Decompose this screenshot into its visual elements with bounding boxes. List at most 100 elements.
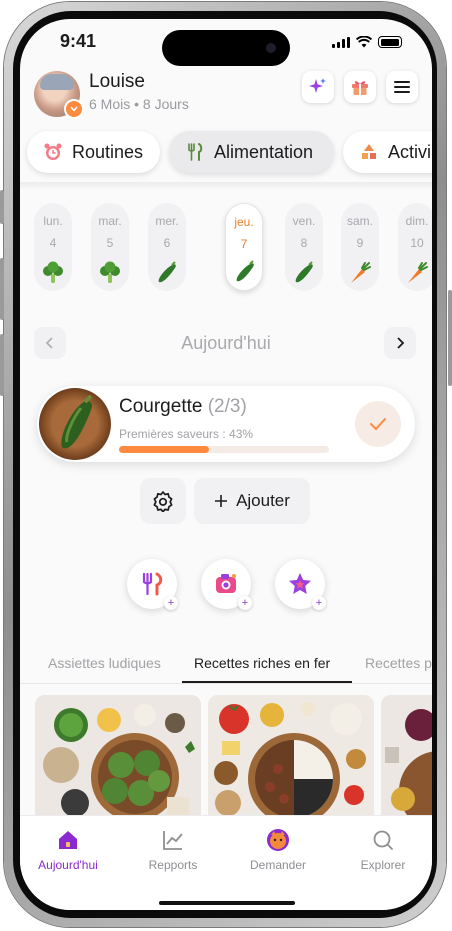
- broccoli-icon: [43, 261, 63, 283]
- nav-label: Aujourd'hui: [38, 858, 98, 872]
- profile-header: Louise 6 Mois • 8 Jours: [34, 71, 418, 119]
- plus-badge-icon: +: [312, 596, 326, 610]
- nav-label: Repports: [148, 858, 198, 872]
- nav-explorer[interactable]: Explorer: [333, 828, 432, 872]
- section-divider: [20, 182, 432, 190]
- chevron-left-icon: [45, 337, 53, 349]
- add-food-label: Ajouter: [236, 491, 290, 510]
- zucchini-icon: [295, 261, 313, 283]
- chevron-down-icon[interactable]: [64, 99, 84, 119]
- recipe-category-tabs: Assiettes ludiques Recettes riches en fe…: [20, 647, 432, 684]
- power-button: [448, 290, 452, 386]
- food-card[interactable]: Courgette (2/3) Premières saveurs : 43%: [37, 386, 415, 462]
- food-name: Courgette: [119, 396, 203, 417]
- recipe-tab-recettes-p[interactable]: Recettes p: [365, 655, 432, 671]
- camera-icon: [266, 43, 276, 53]
- recipe-card[interactable]: [381, 695, 432, 825]
- nav-aujourdhui[interactable]: Aujourd'hui: [20, 828, 118, 872]
- settings-button[interactable]: [140, 478, 186, 524]
- food-progress-bar: [119, 446, 329, 453]
- recipe-photo: [35, 695, 201, 825]
- volume-down-button: [0, 334, 4, 396]
- app-screen: 9:41 Louise 6 Mois • 8 Jours Routines Al…: [20, 19, 432, 910]
- day-ven[interactable]: ven. 8: [285, 203, 323, 291]
- tab-routines-label: Routines: [72, 141, 144, 162]
- day-dim[interactable]: dim. 10: [398, 203, 432, 291]
- day-number: 8: [300, 236, 308, 250]
- day-jeu-today[interactable]: jeu. 7: [225, 203, 263, 291]
- recipe-tab-riches-en-fer[interactable]: Recettes riches en fer: [194, 655, 330, 671]
- day-name: mer.: [155, 214, 179, 228]
- mute-switch: [0, 190, 4, 224]
- sparkles-button[interactable]: [302, 71, 334, 103]
- nav-repports[interactable]: Repports: [123, 828, 223, 872]
- day-number: 10: [410, 236, 424, 250]
- active-tab-underline: [182, 681, 352, 683]
- search-icon: [373, 830, 393, 850]
- plus-icon: [215, 495, 228, 507]
- gift-button[interactable]: [344, 71, 376, 103]
- tab-activites[interactable]: Activi: [343, 131, 432, 173]
- fork-knife-icon: [188, 143, 203, 161]
- day-mer[interactable]: mer. 6: [148, 203, 186, 291]
- recipe-card[interactable]: [35, 695, 201, 825]
- nav-demander[interactable]: Demander: [228, 828, 328, 872]
- nav-label: Demander: [249, 858, 307, 872]
- add-meal-button[interactable]: +: [127, 559, 178, 610]
- zucchini-photo: [39, 388, 111, 460]
- tab-alimentation-label: Alimentation: [214, 141, 314, 162]
- add-photo-button[interactable]: +: [201, 559, 252, 610]
- wifi-icon: [356, 36, 372, 48]
- status-icons: [332, 36, 402, 48]
- recipe-tab-assiettes[interactable]: Assiettes ludiques: [48, 655, 161, 671]
- menu-icon: [394, 81, 410, 93]
- tab-activites-label: Activi: [388, 141, 432, 162]
- tab-routines[interactable]: Routines: [27, 131, 160, 173]
- food-title: Courgette (2/3): [119, 396, 247, 418]
- assistant-avatar-icon: [267, 829, 289, 851]
- day-mar[interactable]: mar. 5: [91, 203, 129, 291]
- day-name: sam.: [346, 214, 373, 228]
- zucchini-icon: [236, 260, 254, 282]
- next-day-button[interactable]: [384, 327, 416, 359]
- alarm-clock-icon: [44, 143, 62, 160]
- checkmark-icon: [370, 418, 386, 431]
- home-indicator[interactable]: [159, 901, 295, 905]
- add-food-button[interactable]: Ajouter: [194, 478, 310, 524]
- day-sam[interactable]: sam. 9: [341, 203, 379, 291]
- date-navigation: Aujourd'hui: [34, 327, 418, 359]
- add-favorite-button[interactable]: +: [275, 559, 326, 610]
- menu-button[interactable]: [386, 71, 418, 103]
- week-day-selector: lun. 4 mar. 5 mer. 6 jeu. 7 ven. 8 sam. …: [34, 203, 432, 293]
- battery-icon: [378, 36, 402, 48]
- day-name: dim.: [405, 214, 429, 228]
- shapes-icon: [362, 144, 376, 159]
- mark-done-button[interactable]: [355, 401, 401, 447]
- recipe-card[interactable]: [208, 695, 374, 825]
- dynamic-island: [162, 30, 290, 66]
- profile-name: Louise: [89, 71, 145, 92]
- home-icon: [59, 831, 77, 849]
- current-day-title: Aujourd'hui: [181, 333, 271, 353]
- day-name: mar.: [98, 214, 122, 228]
- avatar[interactable]: [34, 71, 84, 119]
- category-tabs: Routines Alimentation Activi: [20, 131, 432, 177]
- food-actions: Ajouter: [140, 478, 340, 524]
- day-number: 7: [240, 237, 248, 251]
- day-name: lun.: [43, 214, 63, 228]
- day-number: 5: [106, 236, 114, 250]
- food-progress-fill: [119, 446, 210, 453]
- chart-icon: [163, 831, 183, 850]
- gear-icon: [153, 491, 173, 512]
- signal-icon: [332, 36, 350, 48]
- gift-icon: [352, 81, 368, 95]
- tab-alimentation[interactable]: Alimentation: [169, 131, 334, 173]
- sparkles-icon: [309, 78, 326, 93]
- day-lun[interactable]: lun. 4: [34, 203, 72, 291]
- day-name: jeu.: [234, 215, 254, 229]
- carrot-icon: [351, 262, 371, 283]
- volume-up-button: [0, 258, 4, 320]
- day-number: 9: [356, 236, 364, 250]
- previous-day-button[interactable]: [34, 327, 66, 359]
- carrot-icon: [408, 262, 428, 283]
